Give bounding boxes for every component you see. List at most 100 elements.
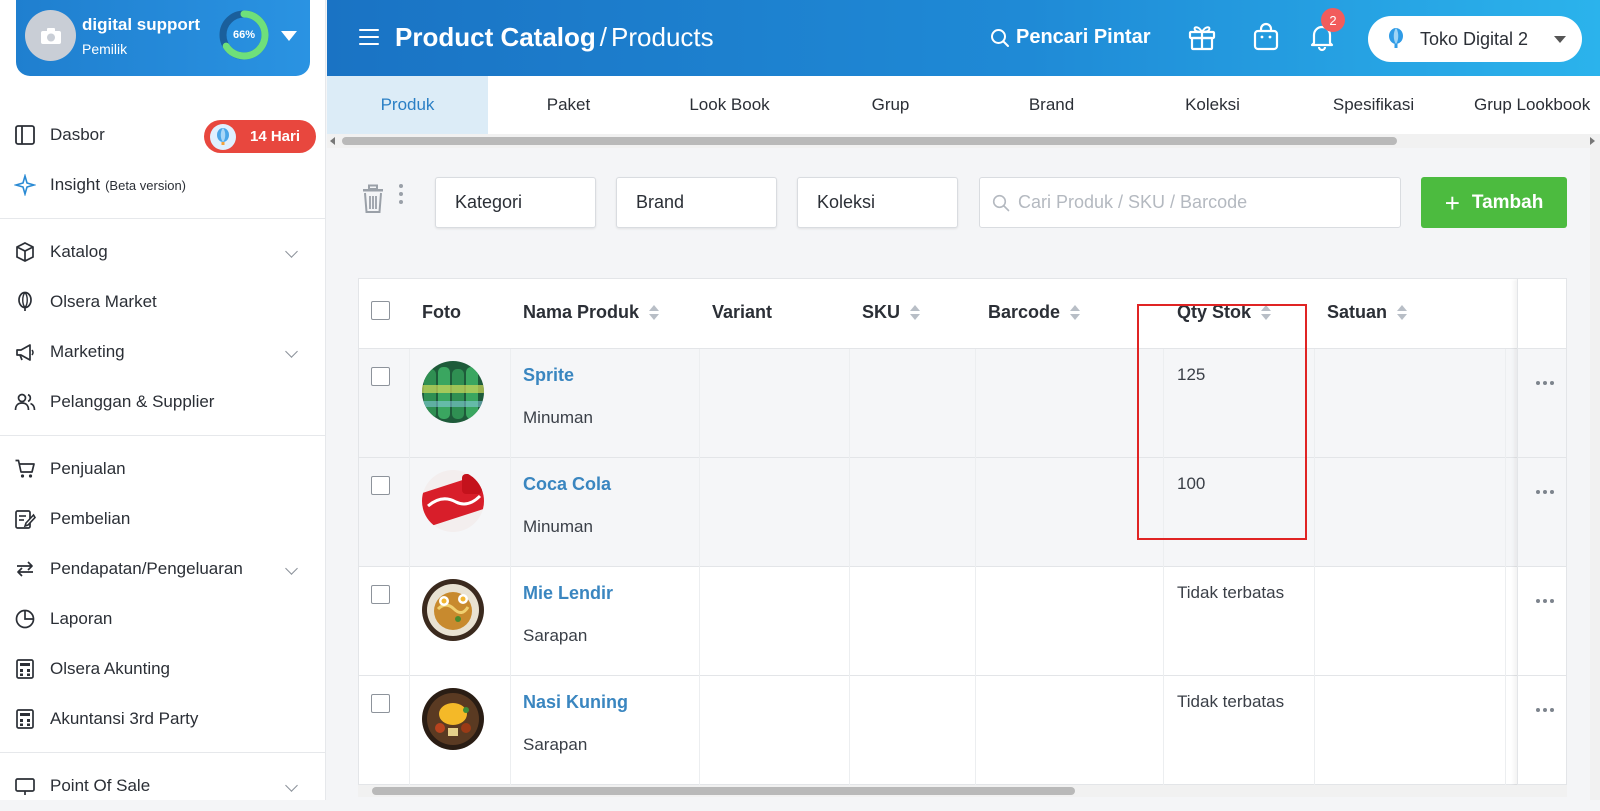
search-input[interactable] — [1018, 192, 1388, 213]
row-checkbox[interactable] — [371, 367, 390, 386]
add-product-button[interactable]: + Tambah — [1421, 177, 1567, 228]
pie-chart-icon — [14, 608, 36, 630]
scrollbar-thumb[interactable] — [342, 137, 1397, 145]
sidebar-item-laporan[interactable]: Laporan — [0, 594, 326, 644]
table-header: Foto Nama Produk Variant SKU Barcode Qty… — [359, 279, 1566, 349]
column-header-label: Barcode — [988, 302, 1061, 322]
product-category: Minuman — [523, 408, 593, 427]
breadcrumb: Product Catalog / Products — [395, 22, 714, 53]
product-name[interactable]: Nasi Kuning — [523, 692, 628, 713]
row-actions-icon[interactable] — [1536, 490, 1554, 496]
store-selector[interactable]: Toko Digital 2 — [1368, 16, 1582, 62]
qty-stok-highlight — [1137, 304, 1307, 540]
sidebar-item-pembelian[interactable]: Pembelian — [0, 494, 326, 544]
sidebar-item-label: Insight — [50, 175, 101, 194]
tab-brand[interactable]: Brand — [971, 76, 1132, 134]
column-header-variant: Variant — [712, 302, 773, 322]
product-photo-sprite — [422, 361, 484, 423]
sidebar-item-katalog[interactable]: Katalog — [0, 227, 326, 277]
sidebar-item-marketing[interactable]: Marketing — [0, 327, 326, 377]
tab-grup-lookbook[interactable]: Grup Lookbook — [1454, 76, 1600, 134]
tabs-scrollbar[interactable] — [327, 134, 1600, 148]
row-actions-icon[interactable] — [1536, 381, 1554, 387]
sort-icon[interactable] — [649, 304, 660, 321]
column-divider — [849, 279, 850, 787]
row-checkbox[interactable] — [371, 585, 390, 604]
column-header-satuan[interactable]: Satuan — [1327, 302, 1408, 323]
balloon-icon — [210, 123, 236, 150]
chevron-down-icon[interactable] — [281, 31, 297, 41]
shopping-bag-icon[interactable] — [1251, 22, 1281, 52]
trial-days-badge[interactable]: 14 Hari — [204, 120, 316, 153]
sidebar-item-akuntansi-3rd-party[interactable]: Akuntansi 3rd Party — [0, 694, 326, 744]
smart-search-button[interactable]: Pencari Pintar — [990, 26, 1151, 49]
filter-brand-button[interactable]: Brand — [616, 177, 777, 228]
sidebar-item-penjualan[interactable]: Penjualan — [0, 444, 326, 494]
product-category: Sarapan — [523, 735, 588, 754]
cart-icon — [14, 458, 36, 480]
table-horizontal-scrollbar[interactable] — [358, 785, 1567, 797]
sidebar-item-insight[interactable]: Insight (Beta version) — [0, 160, 326, 210]
table-row[interactable]: Nasi Kuning Sarapan Tidak terbatas — [359, 676, 1566, 785]
column-header-nama-produk[interactable]: Nama Produk — [523, 302, 660, 323]
tab-produk[interactable]: Produk — [327, 76, 488, 134]
column-divider — [510, 279, 511, 787]
product-search — [979, 177, 1401, 228]
profile-card[interactable]: digital support Pemilik 66% — [16, 0, 310, 76]
trash-icon[interactable] — [360, 184, 386, 214]
tab-paket[interactable]: Paket — [488, 76, 649, 134]
product-name[interactable]: Coca Cola — [523, 474, 611, 495]
table-row[interactable]: Mie Lendir Sarapan Tidak terbatas — [359, 567, 1566, 676]
calculator-icon — [14, 658, 36, 680]
row-checkbox[interactable] — [371, 476, 390, 495]
box-icon — [14, 241, 36, 263]
store-name: Toko Digital 2 — [1420, 28, 1529, 49]
tab-koleksi[interactable]: Koleksi — [1132, 76, 1293, 134]
sidebar-item-olsera-akunting[interactable]: Olsera Akunting — [0, 644, 326, 694]
sidebar-item-label: Pelanggan & Supplier — [50, 392, 215, 411]
chevron-down-icon — [285, 345, 298, 358]
tab-spesifikasi[interactable]: Spesifikasi — [1293, 76, 1454, 134]
tab-look-book[interactable]: Look Book — [649, 76, 810, 134]
sidebar-item-pelanggan-supplier[interactable]: Pelanggan & Supplier — [0, 377, 326, 427]
select-all-checkbox[interactable] — [371, 301, 390, 320]
product-photo-coca-cola — [422, 470, 484, 532]
sidebar-item-point-of-sale[interactable]: Point Of Sale — [0, 761, 326, 811]
product-photo-mie-lendir — [422, 579, 484, 641]
page-vertical-scrollbar[interactable] — [1590, 148, 1600, 800]
pos-icon — [14, 775, 36, 797]
chevron-down-icon — [285, 245, 298, 258]
row-checkbox[interactable] — [371, 694, 390, 713]
column-header-sku[interactable]: SKU — [862, 302, 921, 323]
sort-icon[interactable] — [1397, 304, 1408, 321]
column-header-barcode[interactable]: Barcode — [988, 302, 1081, 323]
product-name[interactable]: Sprite — [523, 365, 574, 386]
gift-icon[interactable] — [1187, 22, 1217, 52]
sort-icon[interactable] — [910, 304, 921, 321]
row-actions-icon[interactable] — [1536, 599, 1554, 605]
purchase-icon — [14, 508, 36, 530]
breadcrumb-root[interactable]: Product Catalog — [395, 22, 596, 52]
sidebar-item-pendapatan-pengeluaran[interactable]: Pendapatan/Pengeluaran — [0, 544, 326, 594]
sidebar-item-dasbor[interactable]: Dasbor 14 Hari — [0, 110, 326, 160]
table-row[interactable]: Coca Cola Minuman 100 — [359, 458, 1566, 567]
search-icon — [991, 28, 1009, 47]
row-actions-icon[interactable] — [1536, 708, 1554, 714]
filter-koleksi-button[interactable]: Koleksi — [797, 177, 958, 228]
product-qty: Tidak terbatas — [1177, 692, 1285, 711]
hamburger-menu-icon[interactable] — [359, 29, 379, 45]
product-name[interactable]: Mie Lendir — [523, 583, 613, 604]
sidebar-item-label: Point Of Sale — [50, 776, 151, 795]
sort-icon[interactable] — [1070, 304, 1081, 321]
scroll-left-arrow-icon[interactable] — [330, 137, 335, 145]
breadcrumb-separator: / — [599, 22, 608, 52]
avatar[interactable] — [25, 10, 76, 61]
tab-grup[interactable]: Grup — [810, 76, 971, 134]
sidebar-item-olsera-market[interactable]: Olsera Market — [0, 277, 326, 327]
sidebar-item-label: Laporan — [50, 609, 113, 628]
table-row[interactable]: Sprite Minuman 125 — [359, 349, 1566, 458]
scroll-right-arrow-icon[interactable] — [1590, 137, 1595, 145]
filter-kategori-button[interactable]: Kategori — [435, 177, 596, 228]
scrollbar-thumb[interactable] — [372, 787, 1075, 795]
more-options-icon[interactable] — [399, 184, 405, 206]
